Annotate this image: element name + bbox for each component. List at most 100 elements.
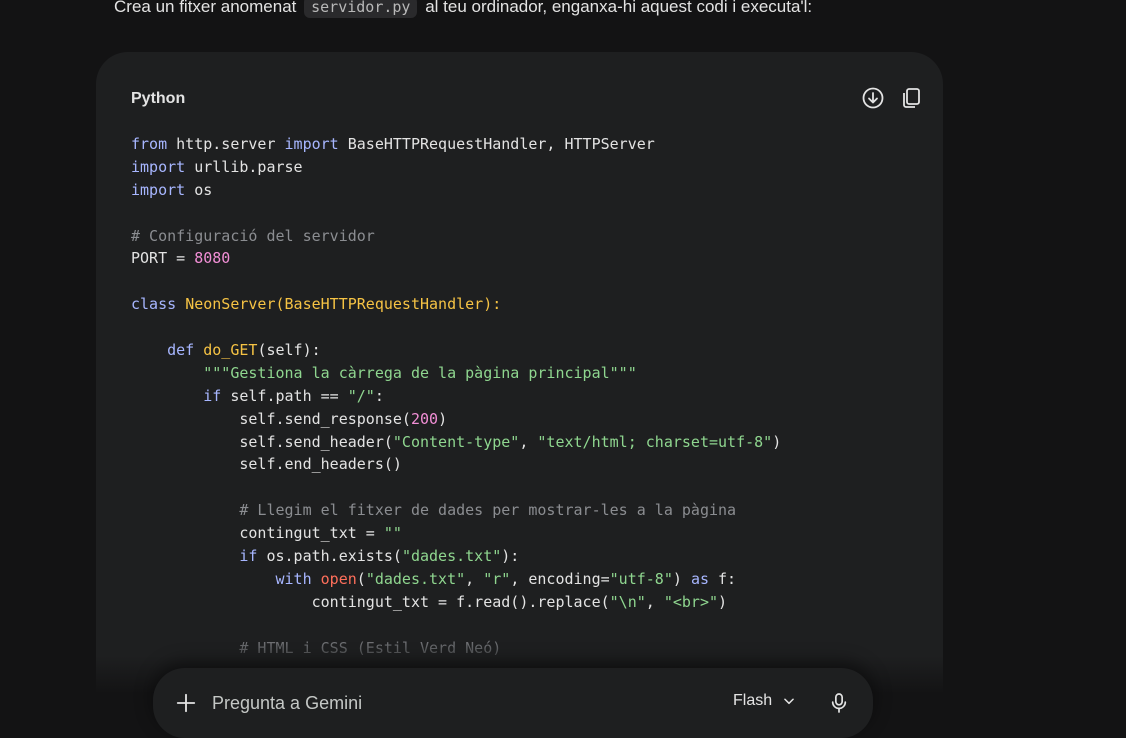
code-token: self.send_response( (131, 409, 411, 428)
chevron-down-icon (784, 698, 794, 705)
code-token: , (519, 432, 538, 451)
code-line: def do_GET(self): (131, 339, 923, 362)
intro-text: Crea un fitxer anomenat servidor.py al t… (114, 0, 812, 20)
code-token: "Content-type" (392, 432, 520, 451)
code-token: os (185, 180, 213, 199)
code-line: self.end_headers() (131, 453, 923, 476)
code-line: contingut_txt = "" (131, 522, 923, 545)
code-token: ( (356, 569, 366, 588)
code-token: # Configuració del servidor (131, 226, 375, 245)
code-actions (861, 86, 923, 110)
code-token: f: (709, 569, 737, 588)
code-token: "/" (347, 386, 375, 405)
code-token: , (465, 569, 484, 588)
code-token: import (131, 157, 186, 176)
code-token: ) (438, 409, 448, 428)
microphone-icon (831, 693, 847, 713)
code-token: self.send_header( (131, 432, 393, 451)
code-line: import os (131, 179, 923, 202)
code-token: do_GET (203, 341, 258, 360)
code-token: ) (672, 569, 691, 588)
code-token: import (131, 180, 186, 199)
code-token: "<br>" (663, 592, 719, 611)
code-token: self.end_headers() (131, 455, 402, 474)
code-line: if os.path.exists("dades.txt"): (131, 545, 923, 568)
code-line: self.send_header("Content-type", "text/h… (131, 431, 923, 454)
code-token: "dades.txt" (401, 547, 502, 566)
code-line: class NeonServer(BaseHTTPRequestHandler)… (131, 293, 923, 316)
code-token: NeonServer(BaseHTTPRequestHandler): (185, 295, 502, 314)
code-token: (self): (257, 341, 321, 360)
code-line: # HTML i CSS (Estil Verd Neó) (131, 637, 923, 660)
code-token: # HTML i CSS (Estil Verd Neó) (239, 638, 502, 657)
download-code-button[interactable] (861, 86, 885, 110)
code-token: as (690, 569, 709, 588)
code-token: PORT = (131, 249, 195, 268)
code-token: ) (772, 432, 782, 451)
download-icon (862, 87, 884, 109)
copy-code-button[interactable] (899, 86, 923, 110)
code-token: contingut_txt = f.read().replace( (131, 592, 610, 611)
intro-before: Crea un fitxer anomenat (114, 0, 297, 16)
microphone-button[interactable] (827, 690, 851, 716)
inline-code-filename: servidor.py (304, 0, 418, 18)
code-language-label: Python (131, 90, 186, 107)
code-token: , (645, 592, 664, 611)
code-line: with open("dades.txt", "r", encoding="ut… (131, 568, 923, 591)
code-token: def (167, 341, 195, 360)
code-line: if self.path == "/": (131, 385, 923, 408)
code-token: "text/html; charset=utf-8" (537, 432, 773, 451)
code-token: contingut_txt = (131, 524, 384, 543)
code-line: # Configuració del servidor (131, 225, 923, 248)
code-token: "\n" (609, 592, 646, 611)
add-attachment-button[interactable] (173, 690, 199, 716)
code-block: Python from http.server import BaseHTTPR… (96, 52, 943, 692)
code-line: PORT = 8080 (131, 247, 923, 270)
plus-icon (176, 693, 196, 713)
code-token: os.path.exists( (257, 547, 402, 566)
code-token: , encoding= (510, 569, 610, 588)
code-line: # Llegim el fitxer de dades per mostrar-… (131, 499, 923, 522)
prompt-input[interactable] (212, 690, 632, 716)
code-line: contingut_txt = f.read().replace("\n", "… (131, 591, 923, 614)
model-label: Flash (733, 692, 773, 709)
code-token: self.path == (221, 386, 348, 405)
code-token: urllib.parse (185, 157, 303, 176)
code-token: ): (501, 547, 520, 566)
code-token: http.server (167, 135, 285, 153)
code-token: from (131, 135, 168, 153)
code-token: if (239, 547, 258, 566)
code-token: ) (718, 592, 728, 611)
model-selector[interactable]: Flash (733, 692, 796, 710)
code-token: """Gestiona la càrrega de la pàgina prin… (203, 363, 637, 382)
code-token: 200 (410, 409, 439, 428)
prompt-bar: Flash (153, 668, 873, 738)
code-token: open (320, 569, 357, 588)
code-line: from http.server import BaseHTTPRequestH… (131, 133, 923, 156)
code-token: class (131, 295, 177, 314)
code-token: import (284, 135, 339, 153)
code-content: from http.server import BaseHTTPRequestH… (131, 133, 923, 659)
code-token: "" (383, 524, 402, 543)
code-token: : (374, 386, 384, 405)
code-token: "utf-8" (609, 569, 673, 588)
code-token: "r" (483, 569, 511, 588)
code-line: self.send_response(200) (131, 408, 923, 431)
intro-after: al teu ordinador, enganxa-hi aquest codi… (425, 0, 813, 16)
code-token: BaseHTTPRequestHandler, HTTPServer (338, 135, 655, 153)
